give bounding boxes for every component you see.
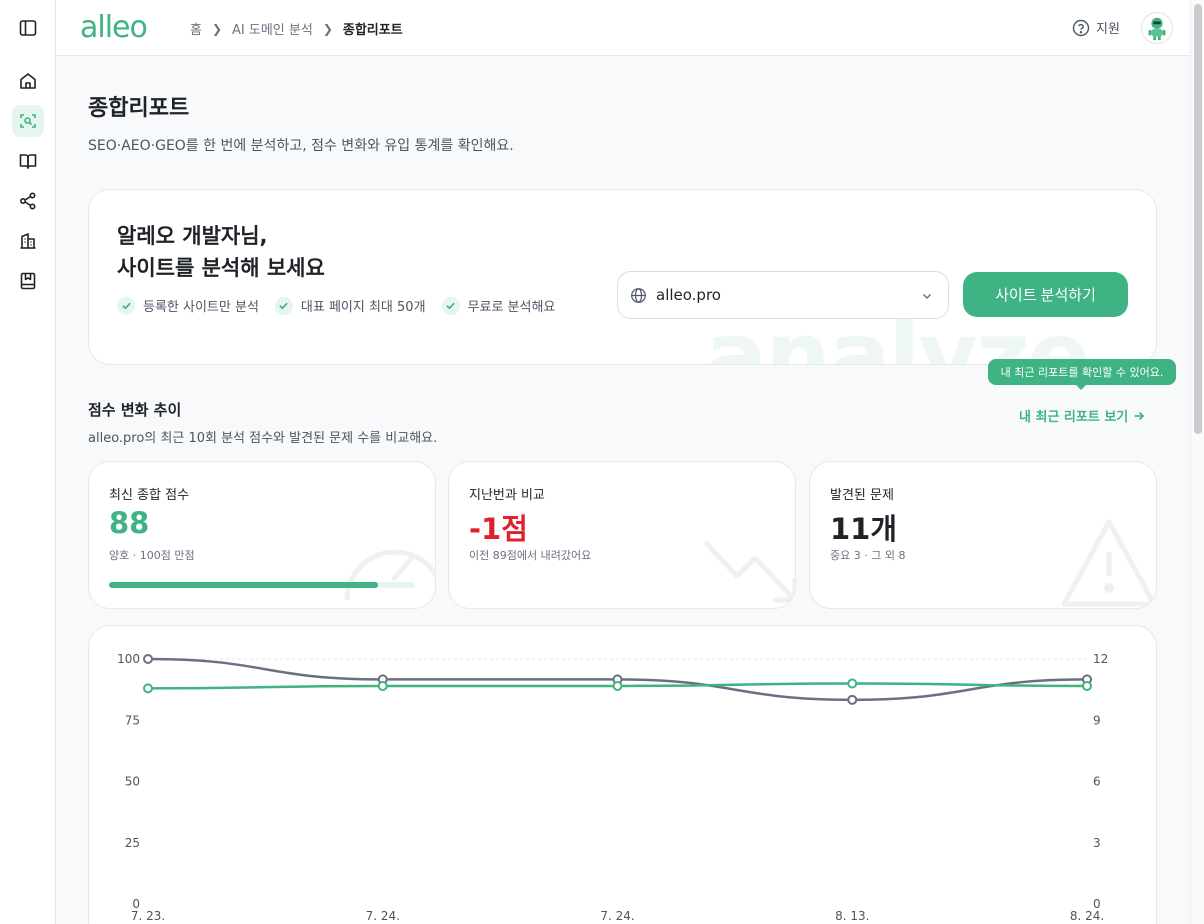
site-select-value: alleo.pro bbox=[656, 286, 721, 304]
sidebar-item-share[interactable] bbox=[12, 185, 44, 217]
gauge-icon bbox=[344, 549, 435, 601]
support-label: 지원 bbox=[1096, 22, 1120, 37]
compare-value: -1점 bbox=[469, 512, 528, 546]
y-right-tick-label: 12 bbox=[1093, 652, 1108, 666]
breadcrumb-domain-analysis[interactable]: AI 도메인 분석 bbox=[232, 19, 313, 38]
issues-label: 발견된 문제 bbox=[830, 488, 894, 503]
arrow-right-icon bbox=[1134, 411, 1145, 420]
score-trend-title: 점수 변화 추이 bbox=[88, 401, 182, 419]
y-right-tick-label: 9 bbox=[1093, 713, 1101, 727]
recent-report-link[interactable]: 내 최근 리포트 보기 bbox=[1019, 406, 1146, 425]
y-left-tick-label: 25 bbox=[125, 836, 140, 850]
y-left-tick-label: 75 bbox=[125, 713, 140, 727]
issues-note: 중요 3 · 그 외 8 bbox=[830, 549, 906, 562]
issues-value: 11개 bbox=[830, 512, 898, 546]
data-point-left bbox=[847, 678, 858, 689]
chevron-right-icon: ❯ bbox=[322, 21, 333, 36]
bookmark-icon bbox=[20, 272, 36, 290]
sidebar-item-buildings[interactable] bbox=[12, 225, 44, 257]
x-tick-label: 7. 24. bbox=[600, 909, 634, 923]
compare-note: 이전 89점에서 내려갔어요 bbox=[469, 549, 592, 562]
robot-avatar-icon bbox=[1148, 17, 1166, 41]
book-open-icon bbox=[19, 154, 37, 169]
analyze-site-button[interactable]: 사이트 분석하기 bbox=[963, 272, 1128, 317]
analyze-title-line2: 사이트를 분석해 보세요 bbox=[117, 256, 325, 280]
support-button[interactable]: 지원 bbox=[1072, 18, 1120, 37]
building-icon bbox=[20, 233, 36, 249]
x-tick-label: 7. 24. bbox=[366, 909, 400, 923]
y-left-tick-label: 100 bbox=[117, 652, 140, 666]
check-icon bbox=[274, 296, 293, 315]
breadcrumb-current: 종합리포트 bbox=[342, 23, 403, 38]
feature-check-item: 대표 페이지 최대 50개 bbox=[274, 296, 426, 315]
user-avatar[interactable] bbox=[1141, 12, 1173, 44]
check-icon bbox=[441, 296, 460, 315]
feature-checks: 등록한 사이트만 분석 대표 페이지 최대 50개 무료로 분석해요 bbox=[117, 296, 571, 315]
feature-check-item: 무료로 분석해요 bbox=[441, 296, 556, 315]
scrollbar-thumb[interactable] bbox=[1194, 4, 1202, 434]
sidebar bbox=[0, 0, 56, 924]
score-progress-bar bbox=[109, 582, 415, 588]
sidebar-item-bookmark[interactable] bbox=[12, 265, 44, 297]
score-trend-chart: 02550751000369127. 23. 7. 24. 7. 24. 8. 13.… bbox=[117, 652, 1108, 923]
latest-score-value: 88 bbox=[109, 506, 150, 540]
recent-report-tooltip: 내 최근 리포트를 확인할 수 있어요. bbox=[988, 359, 1176, 390]
warning-triangle-icon bbox=[1061, 519, 1156, 607]
y-right-tick-label: 3 bbox=[1093, 836, 1101, 850]
analyze-title: 알레오 개발자님, 사이트를 분석해 보세요 bbox=[117, 220, 325, 284]
issues-card: 발견된 문제 11개 중요 3 · 그 외 8 bbox=[809, 461, 1157, 609]
data-point-right bbox=[143, 654, 153, 664]
score-progress-fill bbox=[109, 582, 379, 588]
share-icon bbox=[19, 192, 36, 210]
x-tick-label: 8. 13. bbox=[835, 909, 869, 923]
score-trend-chart-card: 0 25 50 75 100 0 3 6 9 12 7. 23. 7. 24. 7. 24. 8. 13.… bbox=[88, 625, 1157, 924]
chevron-right-icon: ❯ bbox=[211, 21, 223, 36]
feature-check-label: 등록한 사이트만 분석 bbox=[143, 300, 259, 315]
x-tick-label: 7. 23. bbox=[131, 909, 165, 923]
top-bar: alleo 홈 ❯ AI 도메인 분석 ❯ 종합리포트 지원 bbox=[56, 0, 1190, 56]
scan-search-icon bbox=[20, 114, 36, 128]
recent-report-link-label: 내 최근 리포트 보기 bbox=[1019, 410, 1129, 425]
latest-score-note: 양호 · 100점 만점 bbox=[109, 549, 195, 562]
y-right-tick-label: 6 bbox=[1093, 775, 1101, 789]
page-scrollbar[interactable] bbox=[1190, 0, 1204, 924]
data-point-left bbox=[377, 680, 388, 691]
latest-score-card: 최신 종합 점수 88 양호 · 100점 만점 bbox=[88, 461, 436, 609]
feature-check-label: 대표 페이지 최대 50개 bbox=[300, 300, 426, 315]
score-trend-subtitle: alleo.pro의 최근 10회 분석 점수와 발견된 문제 수를 비교해요. bbox=[88, 431, 438, 446]
chevron-down-icon bbox=[922, 293, 932, 300]
site-select[interactable]: alleo.pro bbox=[617, 271, 949, 319]
analyze-card: analyze 알레오 개발자님, 사이트를 분석해 보세요 등록한 사이트만 … bbox=[88, 189, 1157, 365]
page-title: 종합리포트 bbox=[88, 96, 190, 121]
sidebar-item-domain-analysis[interactable] bbox=[12, 105, 44, 137]
data-point-left bbox=[143, 683, 153, 694]
help-circle-icon bbox=[1072, 19, 1090, 36]
breadcrumb: 홈 ❯ AI 도메인 분석 ❯ 종합리포트 bbox=[190, 19, 403, 39]
data-point-left bbox=[1082, 680, 1092, 691]
compare-card: 지난번과 비교 -1점 이전 89점에서 내려갔어요 bbox=[448, 461, 796, 609]
check-icon bbox=[117, 296, 135, 315]
sidebar-item-home[interactable] bbox=[12, 65, 44, 97]
data-point-right bbox=[847, 694, 858, 705]
sidebar-toggle-button[interactable] bbox=[12, 12, 44, 44]
page-subtitle: SEO·AEO·GEO를 한 번에 분석하고, 점수 변화와 유입 통계를 확인… bbox=[88, 138, 514, 154]
x-tick-label: 8. 24. bbox=[1070, 909, 1104, 923]
data-point-left bbox=[612, 680, 623, 691]
latest-score-label: 최신 종합 점수 bbox=[109, 488, 190, 503]
feature-check-label: 무료로 분석해요 bbox=[467, 300, 556, 315]
breadcrumb-home[interactable]: 홈 bbox=[190, 19, 202, 38]
compare-label: 지난번과 비교 bbox=[469, 488, 545, 503]
trend-down-icon bbox=[703, 540, 795, 603]
sidebar-toggle-icon bbox=[19, 20, 37, 36]
feature-check-item: 등록한 사이트만 분석 bbox=[117, 296, 259, 315]
y-left-tick-label: 50 bbox=[125, 775, 140, 789]
analyze-title-line1: 알레오 개발자님, bbox=[117, 224, 268, 248]
brand-logo[interactable]: alleo bbox=[80, 10, 148, 45]
home-icon bbox=[20, 73, 36, 89]
globe-icon bbox=[631, 287, 646, 303]
sidebar-item-guide[interactable] bbox=[12, 145, 44, 177]
